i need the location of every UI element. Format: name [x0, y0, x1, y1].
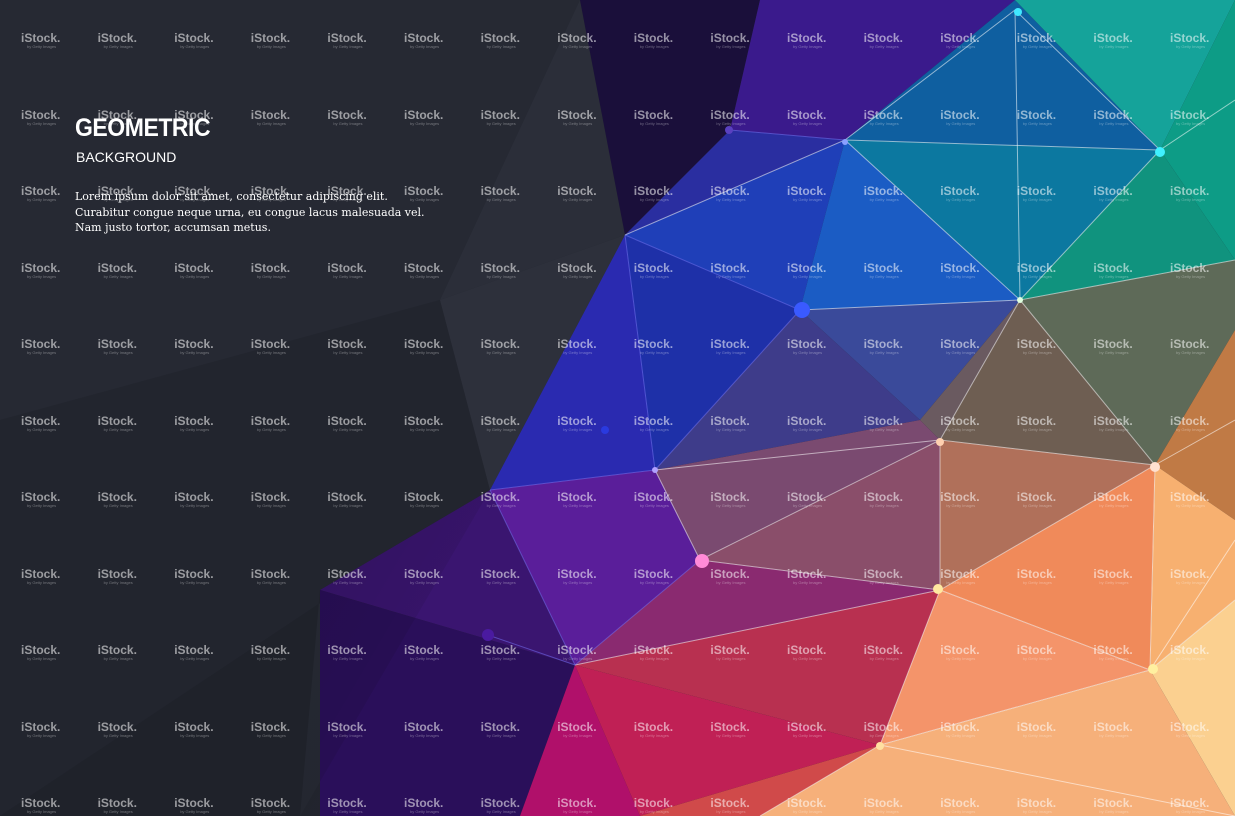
body-line: Lorem ipsum dolor sit amet, consectetur …: [75, 190, 388, 203]
headline-title: GEOMETRIC: [75, 114, 211, 142]
geometric-background-artwork: iStock. by Getty Images iStock. by Getty Im…: [0, 0, 1235, 816]
headline-subtitle: BACKGROUND: [76, 149, 177, 165]
body-line: Curabitur congue neque urna, eu congue l…: [75, 205, 425, 219]
body-line: Nam justo tortor, accumsan metus.: [75, 221, 271, 234]
body-paragraph: Lorem ipsum dolor sit amet, consectetur …: [75, 189, 425, 236]
